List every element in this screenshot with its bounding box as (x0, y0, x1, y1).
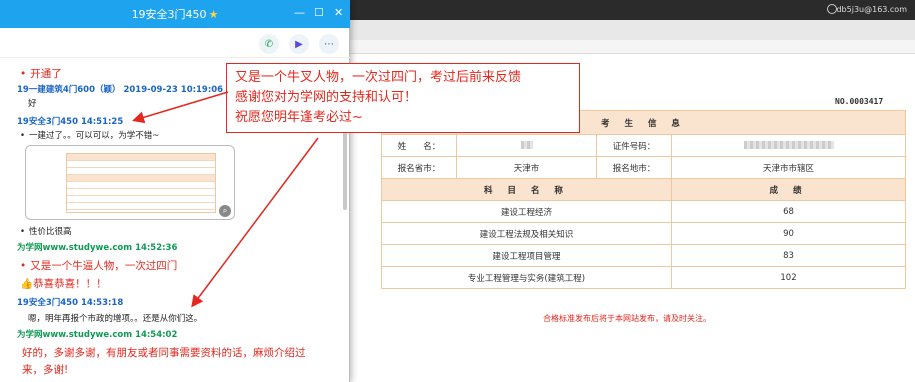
subject-name: 建设工程项目管理 (381, 244, 672, 267)
chat-message: • 一建过了。。可以可以，为学不错~ (20, 131, 160, 141)
zoom-icon[interactable]: ⌕ (219, 205, 231, 217)
certificate-table: 考 生 信 息 姓 名： 证件号码： 报名省市： 天津市 报名地市： 天津市市辖… (381, 110, 906, 289)
id-value (671, 134, 906, 157)
subject-score: 68 (671, 200, 906, 223)
province-label: 报名省市： (381, 156, 457, 179)
chat-title-bar: 19安全3门450 ★ — ☐ ✕ (0, 0, 350, 28)
chat-message: 👍恭喜恭喜！！！ (20, 278, 107, 290)
name-label: 姓 名： (381, 134, 457, 157)
certificate-thumbnail (66, 153, 216, 213)
annotation-line: 祝愿您明年逢考必过~ (235, 110, 363, 125)
chat-message: 嗯，明年再报个市政的增项。。还是从你们这。 (28, 314, 203, 324)
subject-name: 建设工程经济 (381, 200, 672, 223)
browser-top-bar: db5j3u@163.com (340, 0, 915, 20)
name-value (456, 134, 597, 157)
message-sender: 为学网www.studywe.com 14:52:36 (17, 243, 178, 253)
certificate-number: NO.0003417 (835, 97, 884, 106)
message-sender: 19一建建筑4门600（颖） 2019-09-23 10:19:06 (17, 85, 224, 95)
star-icon: ★ (208, 8, 219, 21)
subject-score: 90 (671, 222, 906, 245)
chat-message: • 开通了 (20, 68, 62, 80)
message-sender: 19安全3门450 14:51:25 (17, 117, 124, 127)
subject-header: 科 目 名 称 (381, 178, 672, 201)
chat-title-text: 19安全3门450 (131, 8, 207, 21)
subject-name: 专业工程管理与实务(建筑工程) (381, 266, 672, 289)
chat-message: 好的，多谢多谢，有朋友或者同事需要资料的话，麻烦介绍过 (22, 347, 306, 359)
province-value: 天津市 (456, 156, 597, 179)
chat-message: • 又是一个牛逼人物，一次过四门 (20, 260, 178, 272)
phone-icon[interactable]: ✆ (259, 34, 279, 54)
maximize-icon[interactable]: ☐ (314, 6, 324, 19)
browser-toolbar (340, 40, 915, 54)
score-header: 成 绩 (671, 178, 906, 201)
user-email[interactable]: db5j3u@163.com (836, 5, 907, 14)
close-icon[interactable]: ✕ (334, 6, 343, 19)
thumbs-up-icon: 👍 (20, 278, 34, 290)
redacted-name (520, 141, 533, 149)
subject-score: 83 (671, 244, 906, 267)
redacted-id (743, 141, 834, 149)
chat-message: • 性价比很高 (20, 227, 72, 237)
message-sender: 19安全3门450 14:53:18 (17, 298, 124, 308)
video-icon[interactable]: ▶ (289, 34, 309, 54)
chat-action-bar: ✆ ▶ ⋯ (0, 28, 350, 58)
browser-tab-bar: — ☐ ✕ (340, 20, 915, 55)
annotation-box: 又是一个牛叉人物，一次过四门，考过后前来反馈 感谢您对为学网的支持和认可！ 祝愿… (226, 63, 580, 133)
minimize-icon[interactable]: — (294, 6, 305, 19)
annotation-line: 感谢您对为学网的支持和认可！ (235, 90, 418, 105)
subject-score: 102 (671, 266, 906, 289)
subject-name: 建设工程法规及相关知识 (381, 222, 672, 245)
image-thumbnail[interactable]: ⌕ (25, 145, 235, 220)
message-sender: 为学网www.studywe.com 14:54:02 (17, 330, 178, 340)
area-label: 报名地市： (596, 156, 672, 179)
chat-message: 好 (28, 99, 37, 109)
chat-window: 19安全3门450 ★ — ☐ ✕ ✆ ▶ ⋯ • 开通了 19一建建筑4门600（… (0, 0, 350, 382)
chat-message: 来，多谢! (22, 364, 69, 376)
area-value: 天津市市辖区 (671, 156, 906, 179)
annotation-line: 又是一个牛叉人物，一次过四门，考过后前来反馈 (235, 70, 522, 85)
more-icon[interactable]: ⋯ (319, 34, 339, 54)
certificate-footer: 合格标准发布后将于本网站发布，请及时关注。 (543, 314, 711, 323)
id-label: 证件号码： (596, 134, 672, 157)
